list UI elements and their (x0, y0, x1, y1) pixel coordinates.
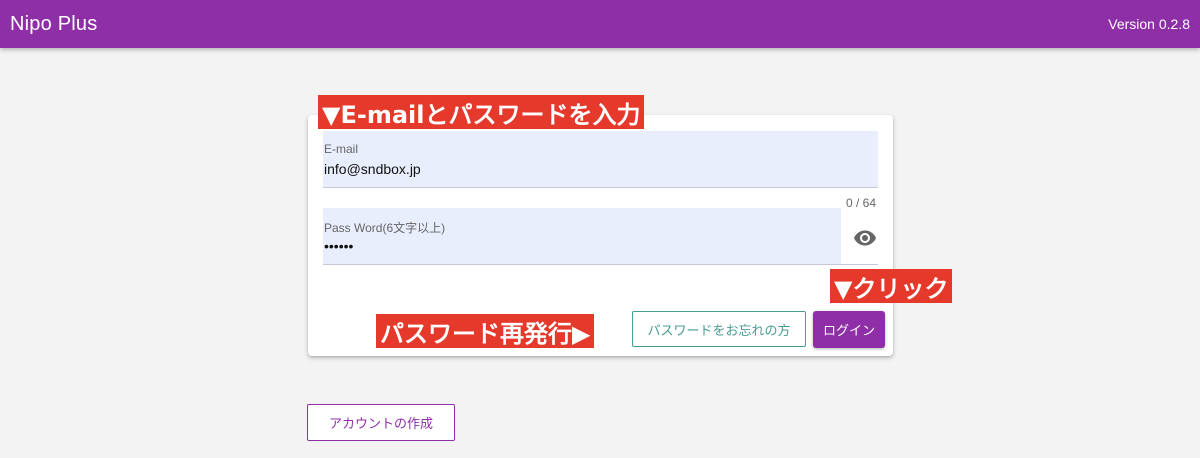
app-bar: Nipo Plus Version 0.2.8 (0, 0, 1200, 48)
annotation-enter-credentials: ▼E-mailとパスワードを入力 (318, 95, 645, 129)
app-title: Nipo Plus (10, 12, 98, 35)
create-account-button[interactable]: アカウントの作成 (307, 404, 455, 441)
password-label: Pass Word(6文字以上) (324, 221, 446, 235)
eye-icon[interactable] (850, 223, 880, 253)
password-char-counter: 0 / 64 (846, 196, 877, 210)
password-input[interactable]: •••••• (324, 238, 816, 254)
email-input[interactable]: info@sndbox.jp (324, 161, 851, 177)
login-button[interactable]: ログイン (813, 311, 885, 348)
annotation-reissue-password: パスワード再発行▶ (376, 314, 595, 348)
toggle-underline (840, 264, 878, 265)
annotation-click: ▼クリック (830, 269, 953, 303)
password-field[interactable]: Pass Word(6文字以上) •••••• (323, 208, 841, 265)
app-version: Version 0.2.8 (1108, 16, 1190, 32)
email-label: E-mail (324, 142, 359, 156)
email-field[interactable]: E-mail info@sndbox.jp (323, 131, 878, 188)
forgot-password-button[interactable]: パスワードをお忘れの方 (632, 311, 806, 347)
